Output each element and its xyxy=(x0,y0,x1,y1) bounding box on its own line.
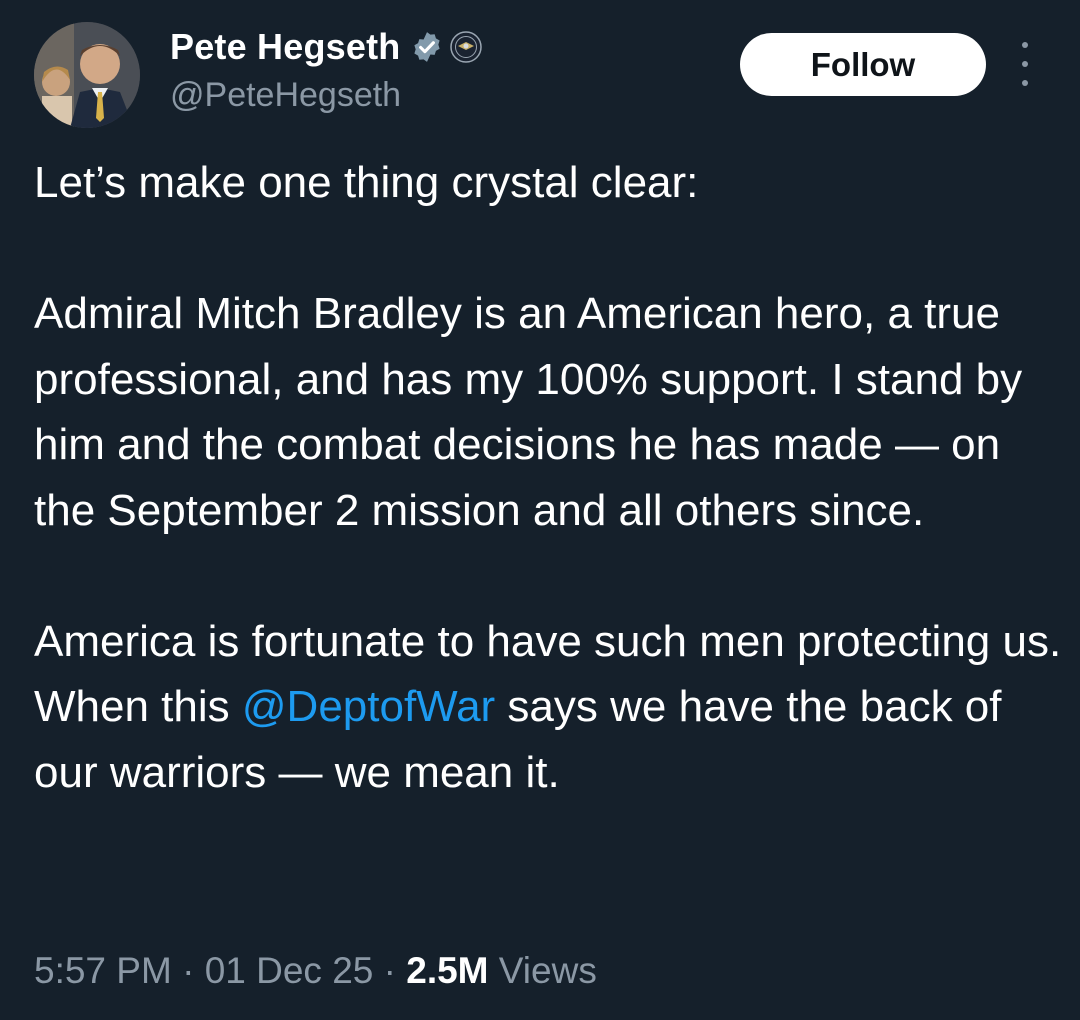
mention-link[interactable]: @DeptofWar xyxy=(242,682,495,731)
tweet-text: Let’s make one thing crystal clear: Admi… xyxy=(34,150,1064,805)
author-handle[interactable]: @PeteHegseth xyxy=(170,76,401,115)
author-display-name[interactable]: Pete Hegseth xyxy=(170,26,400,68)
author-name-row: Pete Hegseth xyxy=(170,22,483,72)
department-seal-icon[interactable] xyxy=(450,31,483,63)
tweet-paragraph-2: Admiral Mitch Bradley is an American her… xyxy=(34,289,1023,535)
meta-separator: · xyxy=(373,950,407,991)
follow-button[interactable]: Follow xyxy=(740,33,986,96)
avatar-photo xyxy=(34,22,140,128)
avatar[interactable] xyxy=(34,22,140,128)
meta-separator: · xyxy=(171,950,205,991)
views-count[interactable]: 2.5M xyxy=(406,950,488,991)
tweet-line-1: Let’s make one thing crystal clear: xyxy=(34,158,699,207)
tweet-time[interactable]: 5:57 PM xyxy=(34,950,172,991)
tweet-paragraph-3: America is fortunate to have such men pr… xyxy=(34,609,1064,806)
tweet-card: Pete Hegseth @PeteHegseth Follow Let’s m… xyxy=(0,0,1080,1020)
more-vertical-icon[interactable] xyxy=(1010,42,1040,86)
verified-badge-icon[interactable] xyxy=(410,30,444,64)
views-label[interactable]: Views xyxy=(489,950,597,991)
tweet-meta: 5:57 PM · 01 Dec 25 · 2.5M Views xyxy=(34,950,597,992)
tweet-date[interactable]: 01 Dec 25 xyxy=(205,950,374,991)
